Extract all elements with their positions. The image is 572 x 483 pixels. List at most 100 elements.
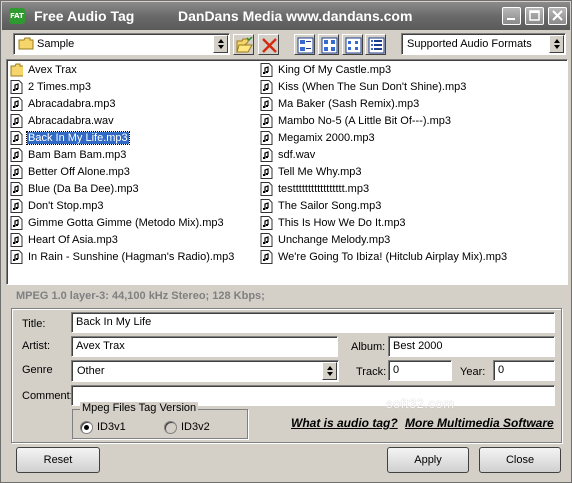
open-folder-button[interactable] [233,34,254,55]
close-window-button[interactable] [548,7,567,25]
folder-icon [10,63,23,77]
file-name: The Sailor Song.mp3 [278,200,382,212]
title-bar[interactable]: FAT Free Audio Tag DanDans Media www.dan… [2,2,570,30]
app-logo-icon: FAT [9,8,25,24]
file-name: We're Going To Ibiza! (Hitclub Airplay M… [278,251,508,263]
small-icons-view-button[interactable] [318,34,339,55]
file-name: Heart Of Asia.mp3 [28,234,118,246]
audio-file-icon [260,80,273,94]
folder-select[interactable]: Sample [13,33,230,55]
apply-button[interactable]: Apply [387,447,469,473]
large-icons-view-icon [297,37,314,54]
track-field[interactable]: 0 [388,360,452,381]
audio-file-icon [10,216,23,230]
format-filter-value: Supported Audio Formats [407,38,532,50]
file-name: sdf.wav [278,149,316,161]
format-filter-spin[interactable] [549,35,564,53]
maximize-icon [529,10,540,21]
audio-file-icon [10,165,23,179]
small-icons-view-icon [321,37,338,54]
file-name: Abracadabra.wav [28,115,114,127]
file-list[interactable]: Avex Trax 2 Times.mp3 Abracadabra.mp3 Abrac… [6,59,568,285]
comment-label: Comment: [22,390,73,402]
id3v1-label: ID3v1 [97,421,126,433]
title-label: Title: [22,318,46,330]
audio-file-icon [10,182,23,196]
file-name: Unchange Melody.mp3 [278,234,391,246]
album-field[interactable]: Best 2000 [388,336,555,357]
audio-file-icon [260,250,273,264]
artist-field[interactable]: Avex Trax [71,336,338,357]
title-field[interactable]: Back In My Life [71,312,555,333]
audio-file-icon [260,114,273,128]
details-view-icon [368,37,385,54]
genre-label: Genre [22,364,53,376]
genre-select-spin[interactable] [322,362,337,380]
year-field[interactable]: 0 [493,360,555,381]
more-software-link[interactable]: More Multimedia Software [405,416,554,430]
minimize-icon [507,18,515,20]
year-label: Year: [460,366,486,378]
delete-button[interactable] [258,34,279,55]
file-name: King Of My Castle.mp3 [278,64,392,76]
large-icons-view-button[interactable] [294,34,315,55]
artist-label: Artist: [22,340,51,352]
id3v1-radio[interactable] [80,421,93,434]
file-name: In Rain - Sunshine (Hagman's Radio).mp3 [28,251,235,263]
window-site: DanDans Media www.dandans.com [178,8,413,24]
what-is-audio-tag-link[interactable]: What is audio tag? [291,416,398,430]
file-name: Kiss (When The Sun Don't Shine).mp3 [278,81,467,93]
maximize-button[interactable] [525,7,544,25]
folder-select-value: Sample [37,38,75,50]
close-icon [552,10,563,21]
audio-file-icon [260,131,273,145]
file-name: Blue (Da Ba Dee).mp3 [28,183,139,195]
close-button[interactable]: Close [479,447,561,473]
file-name: Megamix 2000.mp3 [278,132,375,144]
window-title: Free Audio Tag [34,8,135,24]
audio-file-icon [260,182,273,196]
file-name: Mambo No-5 (A Little Bit Of---).mp3 [278,115,451,127]
file-name: Avex Trax [28,64,77,76]
toolbar: Sample Supported Audio Formats [2,30,570,60]
file-name: Don't Stop.mp3 [28,200,104,212]
folder-select-spin[interactable] [213,35,228,53]
audio-file-icon [260,216,273,230]
album-label: Album: [351,341,386,353]
file-name: Bam Bam Bam.mp3 [28,149,127,161]
audio-info-text: MPEG 1.0 layer-3: 44,100 kHz Stereo; 128… [16,290,265,302]
tag-editor-panel: Title: Back In My Life Artist: Avex Trax… [11,308,562,443]
file-name: Abracadabra.mp3 [28,98,116,110]
file-name: Better Off Alone.mp3 [28,166,130,178]
file-name: Back In My Life.mp3 [26,131,130,145]
genre-select[interactable]: Other [71,360,339,382]
watermark-text: soft32.com [386,396,455,411]
format-filter-select[interactable]: Supported Audio Formats [401,33,566,55]
tag-version-group: Mpeg Files Tag Version ID3v1 ID3v2 [72,402,248,439]
audio-file-icon [10,199,23,213]
genre-value: Other [77,365,105,377]
open-folder-icon [236,37,253,54]
audio-file-icon [10,250,23,264]
audio-file-icon [260,165,273,179]
audio-file-icon [10,148,23,162]
audio-file-icon [260,97,273,111]
id3v2-radio[interactable] [164,421,177,434]
list-view-button[interactable] [342,34,363,55]
audio-file-icon [260,233,273,247]
audio-file-icon [260,148,273,162]
delete-icon [262,38,277,53]
app-window: FAT Free Audio Tag DanDans Media www.dan… [0,0,572,483]
details-view-button[interactable] [365,34,386,55]
file-name: Ma Baker (Sash Remix).mp3 [278,98,420,110]
file-name: Tell Me Why.mp3 [278,166,362,178]
track-label: Track: [356,366,387,378]
list-view-icon [345,37,362,54]
audio-file-icon [10,131,23,145]
tag-version-legend: Mpeg Files Tag Version [80,402,199,414]
file-name: This Is How We Do It.mp3 [278,217,406,229]
id3v2-label: ID3v2 [181,421,210,433]
audio-file-icon [260,63,273,77]
minimize-button[interactable] [502,7,521,25]
reset-button[interactable]: Reset [16,447,100,473]
